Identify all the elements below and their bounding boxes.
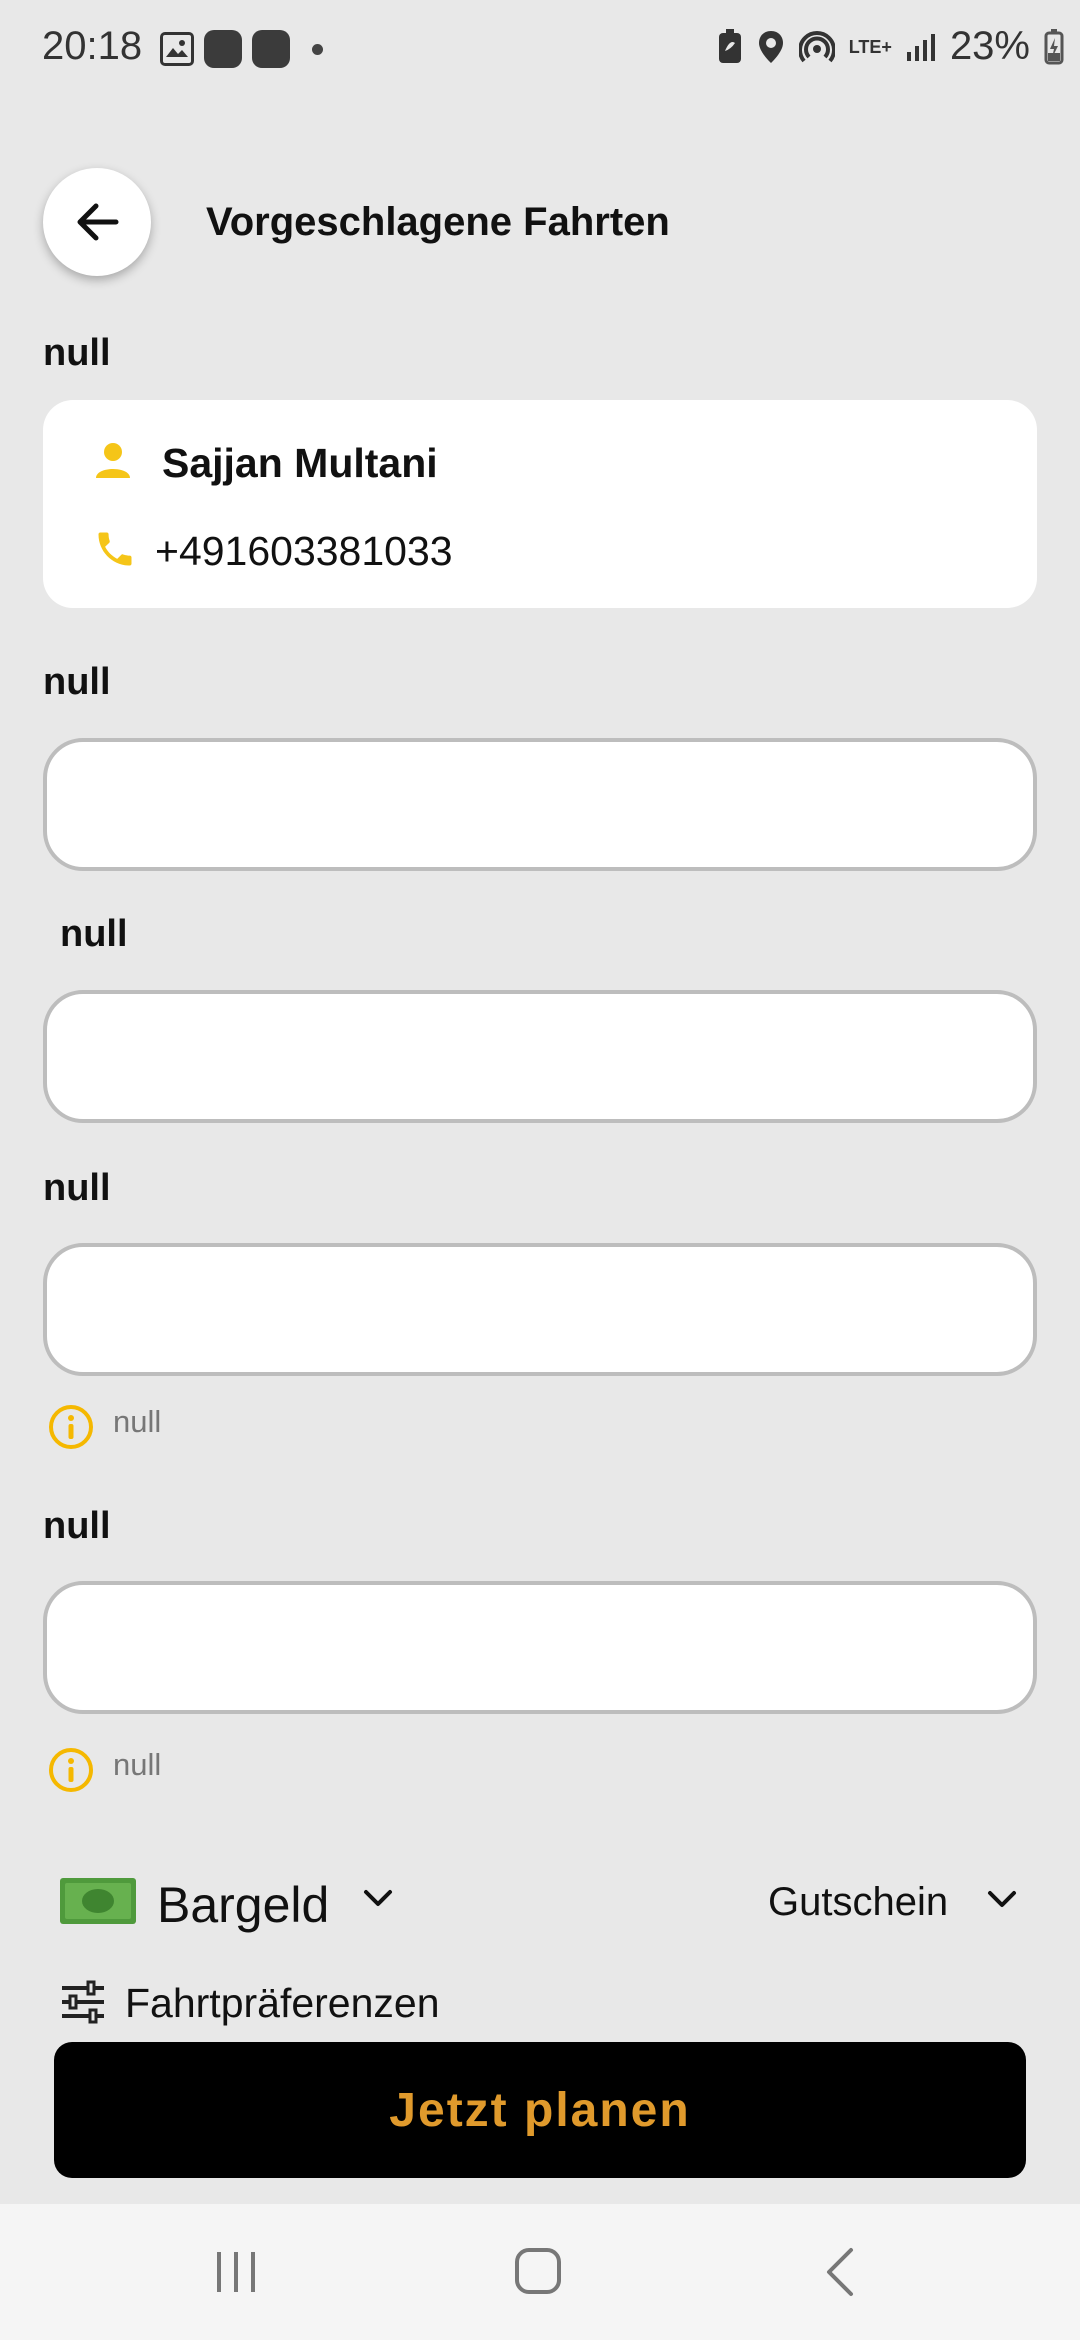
payment-method-label[interactable]: Bargeld	[157, 1876, 329, 1934]
field-hint: null	[113, 1747, 162, 1782]
back-button[interactable]	[43, 168, 151, 276]
app-notification-icon	[204, 30, 242, 68]
battery-charging-icon	[1044, 28, 1064, 64]
phone-icon[interactable]	[93, 527, 137, 571]
network-type: LTE+	[848, 36, 892, 57]
status-time: 20:18	[42, 24, 143, 68]
chevron-down-icon[interactable]	[986, 1887, 1018, 1911]
hotspot-icon	[798, 30, 835, 62]
text-input[interactable]	[43, 990, 1037, 1123]
contact-section-label: null	[43, 332, 111, 374]
field-label: null	[43, 1167, 111, 1209]
text-input[interactable]	[43, 1243, 1037, 1376]
arrow-left-icon	[77, 203, 119, 241]
more-notifications-icon	[312, 43, 323, 55]
battery-saver-icon	[718, 28, 741, 63]
field-label: null	[60, 913, 128, 955]
contact-card	[43, 400, 1037, 608]
text-input[interactable]	[43, 1581, 1037, 1714]
field-label: null	[43, 661, 111, 703]
chevron-down-icon[interactable]	[362, 1886, 394, 1910]
preferences-sliders-icon[interactable]	[60, 1980, 106, 2024]
cash-icon	[60, 1878, 136, 1924]
recent-apps-icon[interactable]	[213, 2248, 259, 2296]
person-icon	[96, 443, 130, 478]
home-icon[interactable]	[513, 2246, 563, 2296]
app-notification-icon	[252, 30, 290, 68]
voucher-selector[interactable]: Gutschein	[768, 1880, 948, 1925]
contact-name: Sajjan Multani	[162, 440, 438, 486]
status-notification-icons	[160, 30, 323, 68]
text-input[interactable]	[43, 738, 1037, 871]
contact-phone[interactable]: +491603381033	[155, 528, 453, 575]
back-nav-icon[interactable]	[823, 2246, 857, 2298]
info-icon	[49, 1405, 93, 1449]
field-label: null	[43, 1505, 111, 1547]
gallery-icon	[160, 32, 194, 66]
page-title: Vorgeschlagene Fahrten	[206, 200, 670, 244]
location-icon	[758, 30, 783, 63]
info-icon	[49, 1748, 93, 1792]
field-hint: null	[113, 1404, 162, 1439]
status-system-icons: LTE+ 23%	[717, 24, 1064, 69]
battery-percent: 23%	[949, 24, 1030, 68]
plan-now-button[interactable]: Jetzt planen	[54, 2042, 1026, 2178]
ride-preferences-link[interactable]: Fahrtpräferenzen	[125, 1980, 440, 2027]
signal-icon	[906, 33, 935, 61]
